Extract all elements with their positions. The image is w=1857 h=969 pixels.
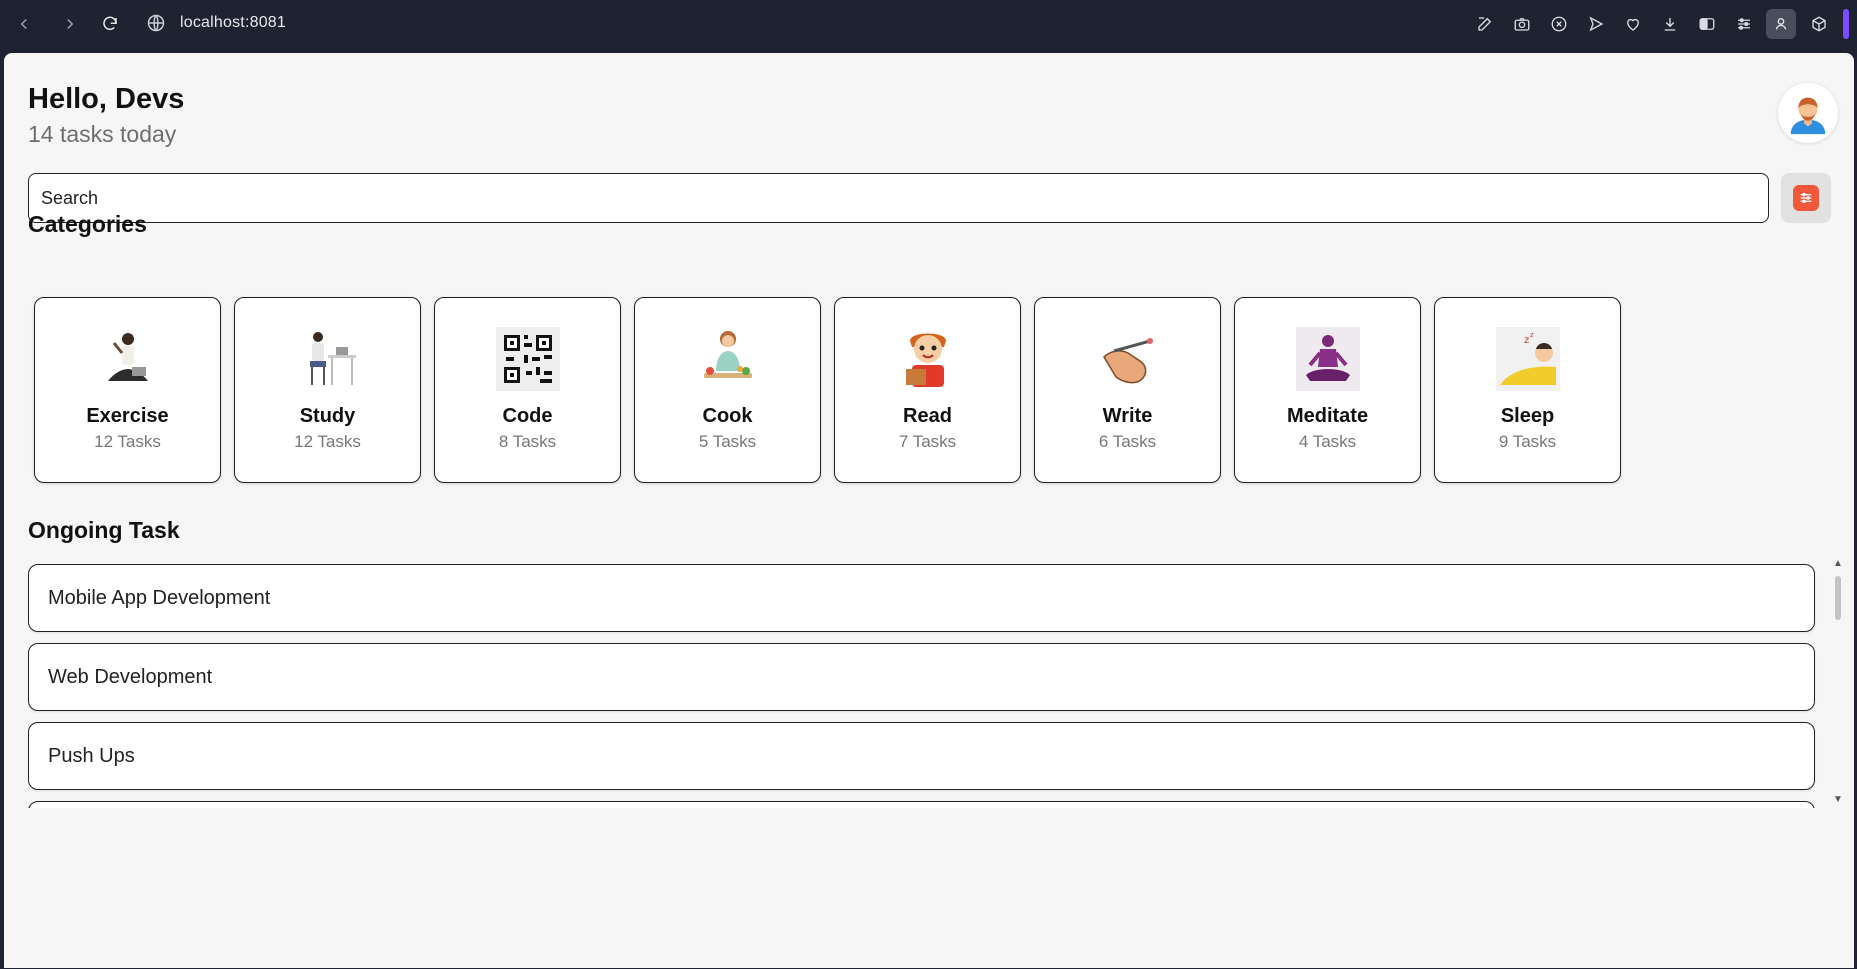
heart-icon — [1626, 18, 1639, 31]
tasks-today-subtitle: 14 tasks today — [28, 121, 177, 147]
user-avatar-icon — [1790, 97, 1826, 135]
arrow-right-icon — [67, 18, 74, 30]
category-card-code[interactable]: Code 8 Tasks — [434, 297, 621, 483]
download-icon — [1664, 18, 1675, 31]
search-input[interactable] — [28, 173, 1769, 223]
edit-button[interactable] — [1466, 0, 1503, 48]
settings-button[interactable] — [1725, 0, 1762, 48]
ongoing-task-title: Ongoing Task — [28, 517, 180, 543]
extensions-toolbar — [1466, 0, 1857, 48]
category-name: Read — [903, 405, 952, 427]
sidebar-icon — [1699, 18, 1714, 30]
browser-toolbar: localhost:8081 — [0, 0, 1857, 48]
write-image — [1096, 327, 1160, 391]
tune-icon — [1737, 18, 1750, 30]
profile-button[interactable] — [1766, 9, 1796, 39]
task-list-scrollbar[interactable]: ▲ ▼ — [1832, 558, 1844, 806]
extensions-button[interactable] — [1800, 0, 1837, 48]
greeting-title: Hello, Devs — [28, 83, 185, 115]
filter-button[interactable] — [1781, 173, 1831, 223]
reload-button[interactable] — [98, 12, 122, 36]
category-name: Code — [502, 405, 553, 427]
filter-icon — [1793, 185, 1819, 211]
cook-image — [696, 327, 760, 391]
sidebar-button[interactable] — [1688, 0, 1725, 48]
category-count: 6 Tasks — [1098, 432, 1157, 451]
category-name: Cook — [702, 405, 753, 427]
category-card-read[interactable]: Read 7 Tasks — [834, 297, 1021, 483]
send-icon — [1588, 16, 1603, 32]
category-name: Exercise — [86, 405, 169, 427]
category-count: 9 Tasks — [1498, 432, 1557, 451]
scroll-thumb[interactable] — [1835, 576, 1841, 620]
address-bar[interactable]: localhost:8081 — [180, 14, 286, 32]
globe-icon — [147, 14, 165, 32]
categories-title: Categories — [28, 211, 147, 237]
category-name: Write — [1102, 405, 1153, 427]
task-item[interactable] — [28, 801, 1815, 808]
scroll-down-icon[interactable]: ▼ — [1832, 794, 1844, 806]
forward-button[interactable] — [58, 12, 82, 36]
category-count: 8 Tasks — [498, 432, 557, 451]
category-count: 7 Tasks — [898, 432, 957, 451]
screenshot-button[interactable] — [1503, 0, 1540, 48]
profile-icon — [1775, 18, 1787, 30]
read-image — [896, 327, 960, 391]
category-name: Study — [299, 405, 356, 427]
task-item[interactable]: Push Ups — [28, 722, 1815, 790]
arrow-left-icon — [20, 18, 27, 30]
category-card-write[interactable]: Write 6 Tasks — [1034, 297, 1221, 483]
category-count: 12 Tasks — [294, 432, 361, 451]
qr-code-image — [495, 327, 560, 391]
category-name: Meditate — [1286, 405, 1369, 427]
category-count: 4 Tasks — [1298, 432, 1357, 451]
category-card-meditate[interactable]: Meditate 4 Tasks — [1234, 297, 1421, 483]
exercise-image — [96, 327, 160, 391]
category-count: 12 Tasks — [94, 432, 161, 451]
app-viewport: Hello, Devs 14 tasks today Categories Ex… — [4, 53, 1854, 968]
favorites-button[interactable] — [1614, 0, 1651, 48]
block-button[interactable] — [1540, 0, 1577, 48]
task-item[interactable]: Web Development — [28, 643, 1815, 711]
cube-icon — [1811, 16, 1826, 32]
camera-icon — [1514, 18, 1529, 31]
ongoing-task-list: Mobile App Development Web Development P… — [28, 564, 1842, 808]
category-card-study[interactable]: Study 12 Tasks — [234, 297, 421, 483]
send-button[interactable] — [1577, 0, 1614, 48]
back-button[interactable] — [12, 12, 36, 36]
task-item[interactable]: Mobile App Development — [28, 564, 1815, 632]
sleep-image: zz — [1495, 327, 1560, 391]
categories-list: Exercise 12 Tasks Study 12 Tasks Code 8 … — [34, 297, 1621, 483]
meditate-image — [1295, 327, 1360, 391]
downloads-button[interactable] — [1651, 0, 1688, 48]
avatar[interactable] — [1778, 83, 1838, 143]
category-card-exercise[interactable]: Exercise 12 Tasks — [34, 297, 221, 483]
reload-icon — [103, 16, 117, 31]
category-count: 5 Tasks — [698, 432, 757, 451]
study-image — [296, 327, 360, 391]
scroll-up-icon[interactable]: ▲ — [1832, 558, 1844, 570]
edit-icon — [1477, 17, 1491, 31]
category-name: Sleep — [1500, 405, 1555, 427]
close-circle-icon — [1551, 16, 1566, 32]
window-accent-bar — [1843, 9, 1849, 39]
svg-text:z: z — [1524, 335, 1529, 346]
category-card-cook[interactable]: Cook 5 Tasks — [634, 297, 821, 483]
svg-text:z: z — [1530, 331, 1534, 339]
category-card-sleep[interactable]: zz Sleep 9 Tasks — [1434, 297, 1621, 483]
